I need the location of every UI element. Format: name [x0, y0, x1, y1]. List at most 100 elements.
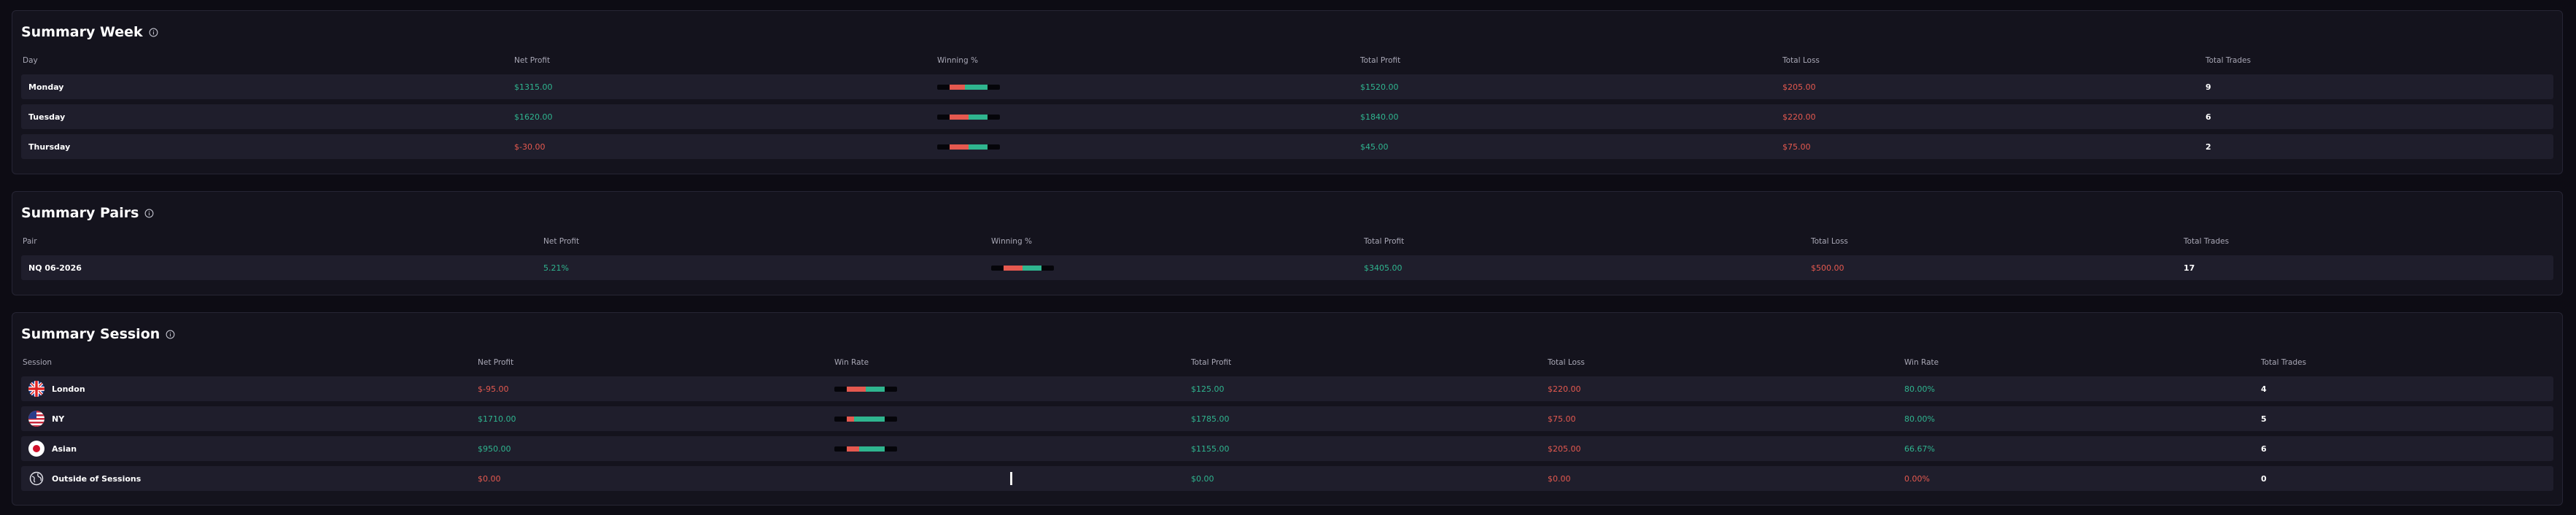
total-loss-cell: $220.00 — [1782, 112, 1816, 122]
table-row[interactable]: Asian $950.00 $1155.00 $205.00 66.67% 6 — [21, 436, 2553, 461]
total-trades-cell: 0 — [2261, 473, 2267, 484]
header-winning: Winning % — [937, 56, 978, 65]
header-total-trades: Total Trades — [2184, 237, 2230, 246]
header-winning: Winning % — [991, 237, 1032, 246]
total-trades-cell: 4 — [2261, 384, 2267, 394]
table-row[interactable]: Monday $1315.00 $1520.00 $205.00 9 — [21, 74, 2553, 99]
win-segment — [965, 84, 988, 90]
net-profit-cell: $950.00 — [478, 444, 511, 454]
win-segment — [866, 386, 885, 392]
total-trades-cell: 5 — [2261, 414, 2267, 424]
total-trades-cell: 6 — [2261, 444, 2267, 454]
total-loss-cell: $75.00 — [1548, 414, 1576, 424]
table-header: Session Net Profit Win Rate Total Profit… — [23, 358, 2552, 370]
uk-flag-icon — [28, 381, 44, 397]
table-row[interactable]: NQ 06-2026 5.21% $3405.00 $500.00 17 — [21, 255, 2553, 280]
summary-session-title: Summary Session — [21, 326, 160, 342]
header-day: Day — [23, 56, 38, 65]
header-total-loss: Total Loss — [1782, 56, 1820, 65]
header-total-loss: Total Loss — [1811, 237, 1848, 246]
loss-segment — [950, 84, 965, 90]
header-win-rate-bar: Win Rate — [834, 358, 869, 367]
win-rate-bar — [834, 446, 897, 452]
loss-segment — [847, 446, 859, 452]
summary-pairs-card: Summary Pairs Pair Net Profit Winning % … — [12, 191, 2563, 295]
japan-flag-icon — [28, 441, 44, 457]
win-segment — [969, 114, 988, 120]
total-profit-cell: $1520.00 — [1360, 82, 1399, 92]
win-segment — [859, 446, 885, 452]
loss-segment — [847, 416, 854, 422]
total-loss-cell: $0.00 — [1548, 473, 1571, 484]
header-total-profit: Total Profit — [1364, 237, 1405, 246]
loss-segment — [950, 144, 969, 150]
table-row[interactable]: Thursday $-30.00 $45.00 $75.00 2 — [21, 134, 2553, 159]
total-loss-cell: $220.00 — [1548, 384, 1581, 394]
session-name: NY — [52, 414, 65, 424]
table-header: Pair Net Profit Winning % Total Profit T… — [23, 237, 2552, 249]
total-trades-cell: 2 — [2205, 142, 2211, 152]
us-flag-icon — [28, 411, 44, 427]
total-trades-cell: 9 — [2205, 82, 2211, 92]
info-icon[interactable] — [149, 28, 158, 37]
net-profit-cell: $0.00 — [478, 473, 501, 484]
win-rate-cell: 66.67% — [1904, 444, 1935, 454]
day-cell: Monday — [28, 82, 64, 92]
winning-bar — [991, 265, 1054, 271]
total-profit-cell: $1785.00 — [1191, 414, 1230, 424]
header-win-rate: Win Rate — [1904, 358, 1939, 367]
summary-pairs-title: Summary Pairs — [21, 205, 139, 221]
header-total-profit: Total Profit — [1191, 358, 1232, 367]
summary-week-card: Summary Week Day Net Profit Winning % To… — [12, 10, 2563, 174]
win-rate-cell: 80.00% — [1904, 414, 1935, 424]
header-total-trades: Total Trades — [2205, 56, 2251, 65]
total-loss-cell: $205.00 — [1548, 444, 1581, 454]
total-profit-cell: $0.00 — [1191, 473, 1214, 484]
table-row[interactable]: Tuesday $1620.00 $1840.00 $220.00 6 — [21, 104, 2553, 129]
win-segment — [1023, 265, 1041, 271]
day-cell: Tuesday — [28, 112, 66, 122]
total-loss-cell: $500.00 — [1811, 263, 1844, 273]
day-cell: Thursday — [28, 142, 71, 152]
summary-session-card: Summary Session Session Net Profit Win R… — [12, 312, 2563, 506]
total-profit-cell: $3405.00 — [1364, 263, 1403, 273]
loss-segment — [847, 386, 866, 392]
total-profit-cell: $1840.00 — [1360, 112, 1399, 122]
summary-week-title: Summary Week — [21, 24, 143, 40]
loss-segment — [950, 114, 969, 120]
total-profit-cell: $45.00 — [1360, 142, 1389, 152]
loss-segment — [1004, 265, 1023, 271]
header-total-trades: Total Trades — [2261, 358, 2307, 367]
info-icon[interactable] — [166, 330, 175, 339]
table-row[interactable]: Outside of Sessions $0.00 $0.00 $0.00 0.… — [21, 466, 2553, 491]
table-row[interactable]: NY $1710.00 $1785.00 $75.00 80.00% 5 — [21, 406, 2553, 431]
total-profit-cell: $125.00 — [1191, 384, 1225, 394]
win-rate-cell: 80.00% — [1904, 384, 1935, 394]
total-profit-cell: $1155.00 — [1191, 444, 1230, 454]
net-profit-cell: $-30.00 — [514, 142, 546, 152]
total-loss-cell: $75.00 — [1782, 142, 1811, 152]
header-pair: Pair — [23, 237, 37, 246]
total-loss-cell: $205.00 — [1782, 82, 1816, 92]
net-profit-cell: $-95.00 — [478, 384, 509, 394]
net-profit-cell: 5.21% — [543, 263, 569, 273]
table-row[interactable]: London $-95.00 $125.00 $220.00 80.00% 4 — [21, 376, 2553, 401]
info-icon[interactable] — [144, 209, 154, 218]
winning-bar — [937, 144, 1000, 150]
winning-bar — [937, 84, 1000, 90]
globe-icon — [29, 471, 44, 486]
header-session: Session — [23, 358, 53, 367]
total-trades-cell: 17 — [2184, 263, 2195, 273]
table-header: Day Net Profit Winning % Total Profit To… — [23, 56, 2552, 68]
session-name: London — [52, 384, 85, 394]
header-net-profit: Net Profit — [478, 358, 514, 367]
header-net-profit: Net Profit — [514, 56, 551, 65]
header-net-profit: Net Profit — [543, 237, 580, 246]
win-segment — [854, 416, 885, 422]
header-total-profit: Total Profit — [1360, 56, 1401, 65]
pair-cell: NQ 06-2026 — [28, 263, 82, 273]
winning-bar — [937, 114, 1000, 120]
win-rate-bar — [834, 386, 897, 392]
win-segment — [969, 144, 988, 150]
total-trades-cell: 6 — [2205, 112, 2211, 122]
